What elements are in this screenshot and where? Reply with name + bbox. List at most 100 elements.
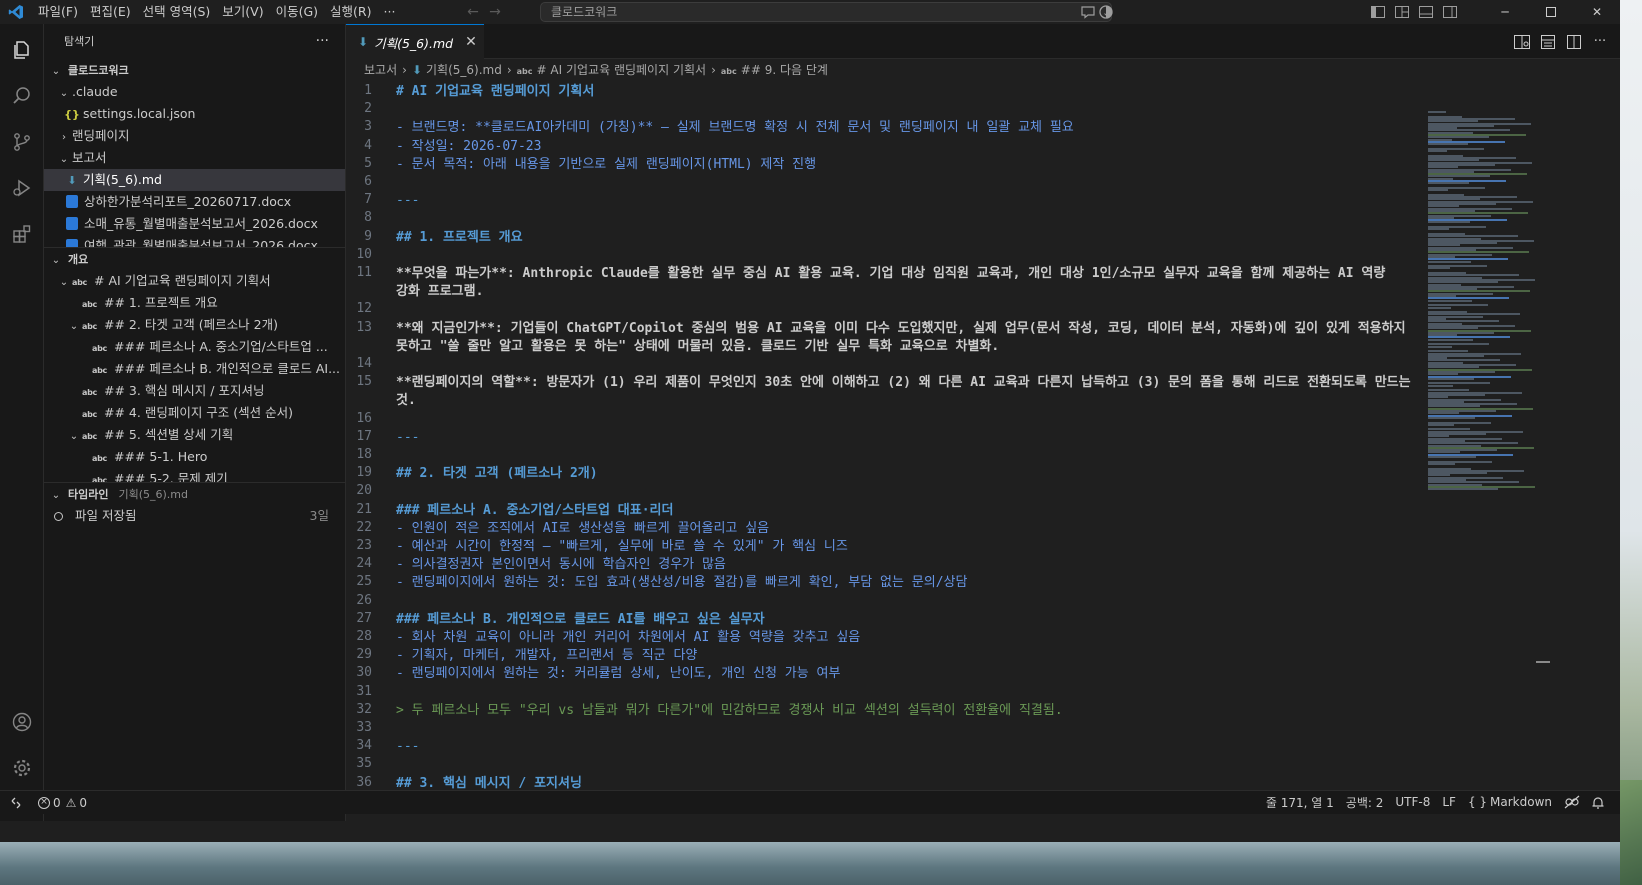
vertical-scrollbar[interactable] (1536, 81, 1550, 821)
search-icon[interactable] (0, 74, 44, 118)
source-control-icon[interactable] (0, 120, 44, 164)
outline-item[interactable]: ⌄ abc ## 2. 타겟 고객 (페르소나 2개) (44, 314, 345, 336)
cursor-position[interactable]: 줄 171, 열 1 (1260, 794, 1340, 811)
line-number: 27 (356, 610, 372, 626)
menu-item-0[interactable]: 파일(F) (32, 0, 84, 24)
wallpaper-sea (0, 840, 1620, 885)
tab-active-file[interactable]: ⬇ 기획(5_6).md ✕ (346, 24, 484, 59)
run-debug-icon[interactable] (0, 166, 44, 210)
menu-bar: 파일(F) 편집(E) 선택 영역(S) 보기(V) 이동(G) 실행(R) ··· (32, 0, 401, 24)
scrollbar-thumb[interactable] (1536, 661, 1550, 663)
copilot-status-icon[interactable] (1558, 795, 1586, 809)
close-window-icon[interactable]: ✕ (1574, 0, 1620, 24)
minimap[interactable] (1426, 81, 1546, 821)
outline-item[interactable]: abc ## 1. 프로젝트 개요 (44, 292, 345, 314)
line-number: 33 (356, 720, 372, 735)
open-preview-icon[interactable] (1512, 32, 1532, 52)
outline-item[interactable]: ⌄ abc ## 5. 섹션별 상세 기획 (44, 424, 345, 446)
outline-item[interactable]: abc ### 5-2. 문제 제기 (44, 468, 345, 482)
back-arrow-icon[interactable]: ← (462, 4, 484, 20)
accounts-half-circle-icon[interactable] (1098, 4, 1114, 23)
maximize-window-icon[interactable] (1528, 0, 1574, 24)
remote-indicator-icon[interactable] (0, 792, 32, 814)
explorer-files-icon[interactable] (0, 28, 44, 72)
compare-changes-icon[interactable] (1538, 32, 1558, 52)
line-number: 16 (356, 410, 372, 426)
string-symbol-icon: abc (82, 322, 97, 331)
minimap-line (1428, 462, 1455, 465)
outline-item[interactable]: ⌄ abc # AI 기업교육 랜딩페이지 기획서 (44, 270, 345, 292)
code-line: - 작성일: 2026-07-23 (396, 138, 542, 154)
breadcrumb-item-file[interactable]: 기획(5_6).md (426, 63, 502, 77)
code-line: **랜딩페이지의 역할**: 방문자가 (1) 우리 제품이 무엇인지 30초 … (396, 375, 1411, 409)
workspace-folder[interactable]: ⌄ 클로드코워크 (44, 59, 345, 81)
file-tree: ⌄ .claude{} settings.local.json › 랜딩페이지 ⌄ 보고서 ⬇… (44, 81, 345, 247)
tree-item[interactable]: 소매_유통_월별매출분석보고서_2026.docx (44, 213, 345, 235)
menu-item-1[interactable]: 편집(E) (84, 0, 137, 24)
code-line: --- (396, 193, 420, 209)
indentation[interactable]: 공백: 2 (1340, 794, 1390, 811)
outline-item[interactable]: abc ## 3. 핵심 메시지 / 포지셔닝 (44, 380, 345, 402)
split-editor-icon[interactable] (1564, 32, 1584, 52)
breadcrumb-item-subheading[interactable]: ## 9. 다음 단계 (741, 63, 828, 77)
accounts-icon[interactable] (0, 700, 44, 744)
timeline-section-header[interactable]: ⌄ 타임라인 기획(5_6).md (44, 483, 345, 505)
code-editor[interactable]: 1 # AI 기업교육 랜딩페이지 기획서 2 3- 브랜드명: **클로드AI아카데… (346, 81, 1424, 821)
code-line: ### 페르소나 A. 중소기업/스타트업 대표·리더 (396, 502, 674, 518)
toggle-primary-sidebar-icon[interactable] (1366, 0, 1390, 24)
breadcrumb-item-folder[interactable]: 보고서 (364, 63, 397, 77)
chevron-down-icon: ⌄ (51, 490, 61, 501)
line-number: 11 (356, 265, 372, 280)
language-mode[interactable]: { } Markdown (1462, 795, 1558, 809)
word-file-icon (66, 195, 78, 208)
tree-item[interactable]: › 랜딩페이지 (44, 125, 345, 147)
more-actions-icon[interactable]: ··· (1590, 32, 1610, 52)
timeline-entry[interactable]: 파일 저장됨 3일 (44, 505, 345, 527)
breadcrumb-item-heading[interactable]: # AI 기업교육 랜딩페이지 기획서 (537, 63, 707, 77)
workspace-name: 클로드코워크 (67, 64, 129, 77)
tree-item[interactable]: ⬇ 기획(5_6).md (44, 169, 345, 191)
outline-item[interactable]: abc ### 페르소나 B. 개인적으로 클로드 AI... (44, 358, 345, 380)
toggle-secondary-sidebar-icon[interactable] (1438, 0, 1462, 24)
chevron-right-icon: › (62, 132, 66, 143)
close-tab-icon[interactable]: ✕ (465, 34, 477, 50)
menu-item-5[interactable]: 실행(R) (324, 0, 377, 24)
forward-arrow-icon[interactable]: → (484, 4, 506, 20)
outline-item[interactable]: abc ### 5-1. Hero (44, 446, 345, 468)
toggle-panel-icon[interactable] (1414, 0, 1438, 24)
outline-item[interactable]: abc ### 페르소나 A. 중소기업/스타트업 ... (44, 336, 345, 358)
menu-item-3[interactable]: 보기(V) (216, 0, 269, 24)
chevron-down-icon: ⌄ (59, 154, 69, 165)
customize-layout-icon[interactable] (1390, 0, 1414, 24)
tree-item[interactable]: 상하한가분석리포트_20260717.docx (44, 191, 345, 213)
command-center-text: 클로드코워크 (551, 5, 618, 19)
title-right-controls: ─ ✕ (1366, 0, 1620, 24)
menu-item-6[interactable]: ··· (378, 0, 402, 24)
outline-item[interactable]: abc ## 4. 랜딩페이지 구조 (섹션 순서) (44, 402, 345, 424)
more-actions-icon[interactable]: ··· (316, 24, 329, 59)
command-center-search[interactable]: 클로드코워크 (540, 2, 1112, 22)
encoding[interactable]: UTF-8 (1389, 795, 1436, 809)
tree-item[interactable]: {} settings.local.json (44, 103, 345, 125)
minimize-window-icon[interactable]: ─ (1482, 0, 1528, 24)
outline-section-header[interactable]: ⌄ 개요 (44, 248, 345, 270)
chevron-down-icon: ⌄ (69, 431, 79, 442)
breadcrumb-separator-icon: › (711, 63, 716, 77)
tree-item[interactable]: ⌄ 보고서 (44, 147, 345, 169)
notifications-bell-icon[interactable] (1586, 796, 1610, 809)
explorer-title: 탐색기 (64, 35, 95, 48)
outline-item-label: ### 페르소나 B. 개인적으로 클로드 AI... (114, 361, 340, 376)
line-number: 12 (356, 301, 372, 317)
settings-gear-icon[interactable] (0, 746, 44, 790)
extensions-icon[interactable] (0, 212, 44, 256)
warning-count: 0 (79, 795, 88, 810)
tree-item[interactable]: ⌄ .claude (44, 81, 345, 103)
tree-item[interactable]: 여행_관광_월별매출분석보고서_2026.docx (44, 235, 345, 247)
menu-item-4[interactable]: 이동(G) (270, 0, 324, 24)
code-line: - 예산과 시간이 한정적 — "빠르게, 실무에 바로 쓸 수 있게" 가 핵… (396, 539, 848, 554)
line-number: 28 (356, 629, 372, 644)
tree-item-label: 랜딩페이지 (72, 128, 130, 143)
menu-item-2[interactable]: 선택 영역(S) (137, 0, 217, 24)
end-of-line[interactable]: LF (1436, 795, 1462, 809)
problems-indicator[interactable]: × 0 ⚠ 0 (32, 796, 93, 810)
